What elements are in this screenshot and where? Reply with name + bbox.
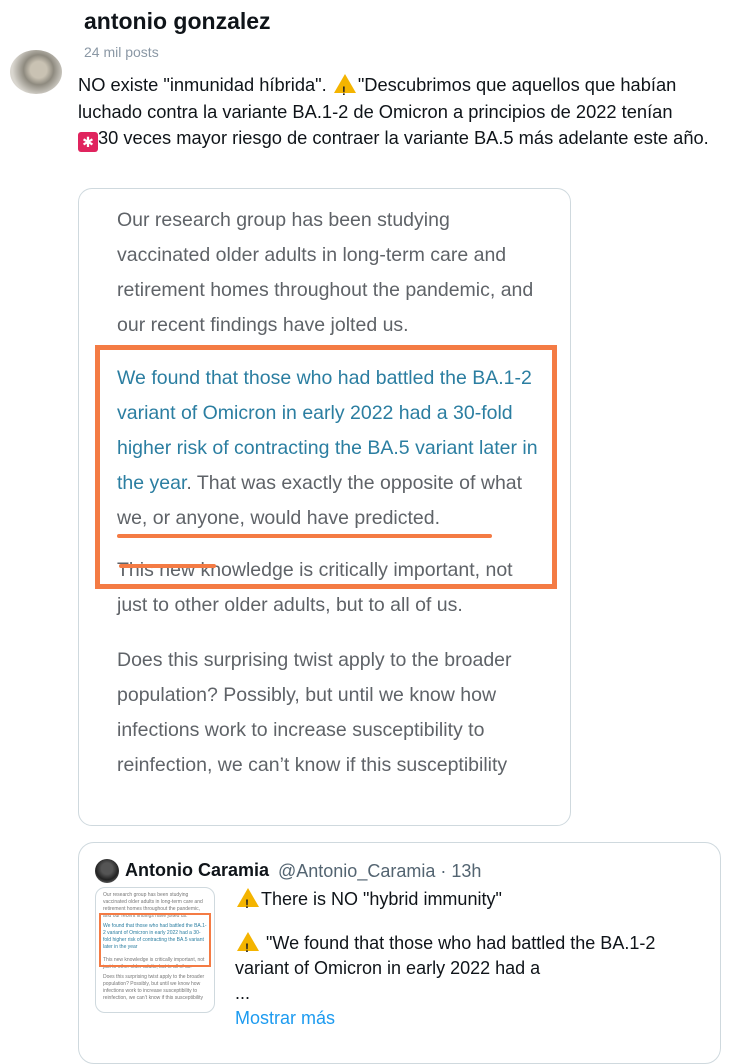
- thumbnail-highlight-box: [99, 913, 211, 967]
- quoted-author-name[interactable]: Antonio Caramia: [125, 860, 269, 881]
- author-name[interactable]: antonio gonzalez: [84, 8, 271, 35]
- quoted-media-thumbnail[interactable]: Our research group has been studying vac…: [95, 887, 215, 1013]
- warning-emoji-icon: [333, 74, 356, 105]
- quoted-line-2: "We found that those who had battled the…: [235, 931, 705, 981]
- post-text-part1: NO existe "inmunidad híbrida".: [78, 74, 332, 95]
- siren-emoji-icon: ✱: [78, 132, 98, 152]
- highlight-box: [95, 345, 557, 589]
- underline-mark: [117, 534, 492, 538]
- show-more-link[interactable]: Mostrar más: [235, 1006, 705, 1031]
- post-text-part3: 30 veces mayor riesgo de contraer la var…: [98, 127, 709, 148]
- avatar[interactable]: [10, 50, 62, 94]
- post-count: 24 mil posts: [84, 44, 159, 60]
- quoted-tweet-card[interactable]: Antonio Caramia @Antonio_Caramia · 13h O…: [78, 842, 721, 1064]
- thumbnail-paragraph: Does this surprising twist apply to the …: [103, 974, 205, 1001]
- warning-emoji-icon: [237, 932, 259, 961]
- quoted-line-1-text: There is NO "hybrid immunity": [261, 889, 502, 909]
- article-paragraph-4: Does this surprising twist apply to the …: [117, 649, 512, 776]
- warning-emoji-icon: [237, 888, 259, 917]
- quoted-line-2-text: "We found that those who had battled the…: [235, 933, 656, 978]
- quoted-handle-time: @Antonio_Caramia · 13h: [278, 861, 482, 881]
- quoted-avatar[interactable]: [95, 859, 119, 883]
- article-screenshot-image[interactable]: Our research group has been studying vac…: [78, 188, 571, 826]
- article-paragraph-1: Our research group has been studying vac…: [117, 209, 534, 336]
- underline-mark: [119, 564, 216, 568]
- quoted-line-1: There is NO "hybrid immunity": [235, 887, 705, 917]
- post-text: NO existe "inmunidad híbrida". "Descubri…: [78, 72, 718, 152]
- quoted-ellipsis: ...: [235, 983, 251, 1003]
- quoted-tweet-text: There is NO "hybrid immunity" "We found …: [235, 887, 705, 1031]
